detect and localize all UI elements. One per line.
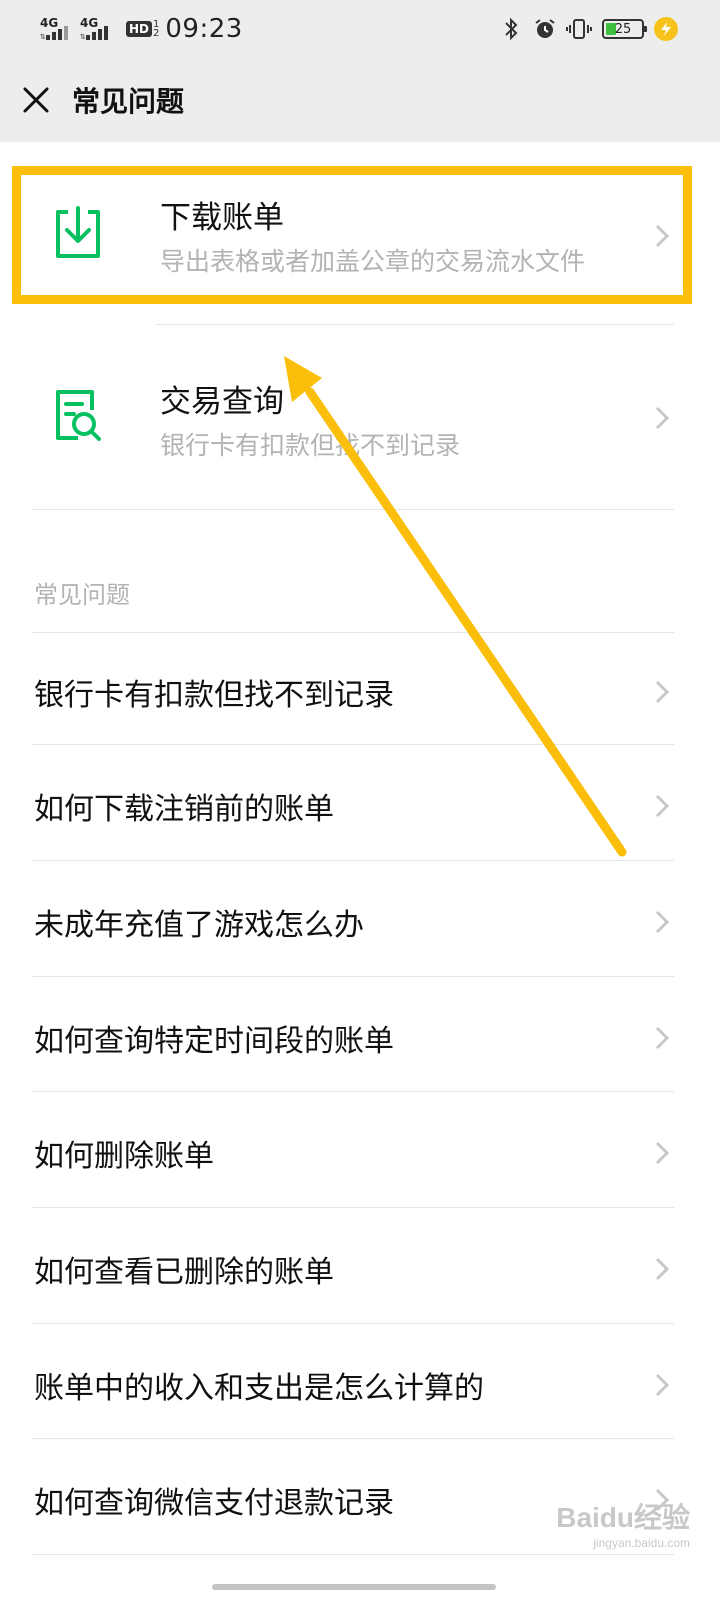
chevron-right-icon: [655, 910, 670, 934]
faq-item[interactable]: 银行卡有扣款但找不到记录: [0, 634, 720, 750]
divider: [32, 632, 674, 633]
divider: [32, 744, 674, 745]
download-bill-item[interactable]: 下载账单 导出表格或者加盖公章的交易流水文件: [0, 142, 720, 326]
chevron-right-icon: [655, 794, 670, 818]
status-bar: 4G ⇅ 4G ⇅ HD 12 09:23 25: [0, 0, 720, 58]
hd-sub-bottom: 2: [153, 28, 160, 39]
chevron-right-icon: [655, 224, 670, 248]
divider: [32, 976, 674, 977]
faq-item-label: 如何删除账单: [34, 1139, 214, 1174]
section-label: 常见问题: [34, 581, 130, 609]
page-title: 常见问题: [72, 85, 185, 118]
faq-item[interactable]: 未成年充值了游戏怎么办: [0, 864, 720, 980]
feature-title: 交易查询: [160, 384, 284, 420]
faq-item-label: 银行卡有扣款但找不到记录: [34, 678, 394, 713]
faq-item-label: 如何查询微信支付退款记录: [34, 1486, 394, 1521]
divider: [156, 324, 674, 325]
divider: [32, 509, 674, 510]
faq-item-label: 如何查看已删除的账单: [34, 1255, 334, 1290]
data-arrows-icon: ⇅: [80, 33, 86, 41]
faq-item[interactable]: 如何删除账单: [0, 1095, 720, 1211]
signal-icon: 4G ⇅: [40, 16, 76, 42]
chevron-right-icon: [655, 1141, 670, 1165]
faq-item[interactable]: 如何查看已删除的账单: [0, 1211, 720, 1327]
faq-item-label: 未成年充值了游戏怎么办: [34, 908, 364, 943]
watermark-url: jingyan.baidu.com: [593, 1536, 690, 1550]
faq-item[interactable]: 账单中的收入和支出是怎么计算的: [0, 1327, 720, 1443]
faq-item-label: 如何查询特定时间段的账单: [34, 1024, 394, 1059]
home-indicator[interactable]: [212, 1584, 496, 1590]
chevron-right-icon: [655, 1257, 670, 1281]
document-search-icon: [56, 390, 101, 441]
chevron-right-icon: [655, 406, 670, 430]
charging-icon: [654, 17, 678, 41]
battery-icon: 25: [602, 19, 647, 39]
battery-level: 25: [614, 21, 632, 37]
faq-item[interactable]: 如何下载注销前的账单: [0, 748, 720, 864]
alarm-icon: [532, 16, 558, 42]
close-button[interactable]: [16, 80, 56, 120]
divider: [32, 1091, 674, 1092]
feature-subtitle: 导出表格或者加盖公章的交易流水文件: [160, 247, 586, 276]
close-icon: [23, 87, 49, 113]
vibrate-icon: [566, 16, 592, 42]
chevron-right-icon: [655, 1373, 670, 1397]
watermark-text: Baidu经验: [556, 1502, 690, 1533]
data-arrows-icon: ⇅: [40, 33, 46, 41]
bluetooth-icon: [498, 16, 524, 42]
divider: [32, 1554, 674, 1555]
feature-subtitle: 银行卡有扣款但找不到记录: [160, 431, 461, 460]
faq-item[interactable]: 如何查询特定时间段的账单: [0, 980, 720, 1096]
transaction-query-item[interactable]: 交易查询 银行卡有扣款但找不到记录: [0, 326, 720, 510]
feature-title: 下载账单: [160, 200, 284, 236]
download-icon: [56, 206, 100, 258]
divider: [32, 1323, 674, 1324]
faq-item-label: 如何下载注销前的账单: [34, 792, 334, 827]
watermark: Baidu经验 jingyan.baidu.com: [556, 1496, 690, 1550]
chevron-right-icon: [655, 1026, 670, 1050]
status-bar-right: 25: [490, 16, 678, 42]
status-time: 09:23: [165, 14, 243, 44]
signal-icon: 4G ⇅: [80, 16, 116, 42]
hd-label: HD: [126, 21, 153, 37]
divider: [32, 860, 674, 861]
divider: [32, 1438, 674, 1439]
chevron-right-icon: [655, 680, 670, 704]
faq-item-label: 账单中的收入和支出是怎么计算的: [34, 1371, 484, 1406]
header-bar: 常见问题: [0, 58, 720, 142]
status-bar-left: 4G ⇅ 4G ⇅ HD 12 09:23: [40, 14, 243, 44]
hd-voice-icon: HD 12: [126, 20, 160, 39]
divider: [32, 1207, 674, 1208]
